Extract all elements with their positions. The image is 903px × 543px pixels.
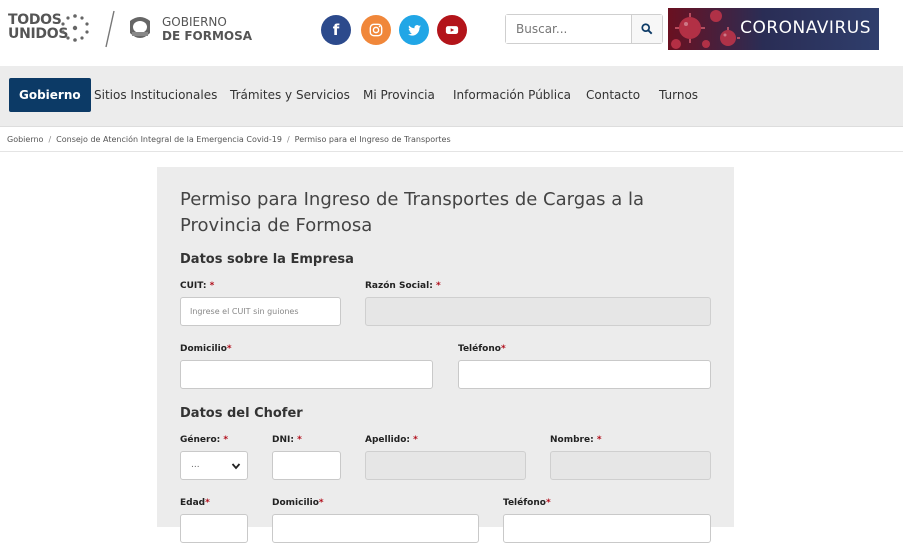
section-title-chofer: Datos del Chofer <box>180 406 303 421</box>
coronavirus-banner[interactable]: CORONAVIRUS <box>668 8 879 50</box>
search-button[interactable] <box>631 15 662 43</box>
domicilio-label: Domicilio* <box>180 344 232 354</box>
chofer-domicilio-input[interactable] <box>272 514 479 543</box>
breadcrumb-separator: / <box>48 135 52 144</box>
apellido-label: Apellido: * <box>365 435 418 445</box>
razon-social-field <box>365 297 711 326</box>
edad-input[interactable] <box>180 514 248 543</box>
instagram-icon[interactable] <box>361 15 391 45</box>
telefono-label: Teléfono* <box>458 344 506 354</box>
twitter-glyph <box>407 24 421 36</box>
section-title-empresa: Datos sobre la Empresa <box>180 252 354 267</box>
nav-item-tramites-servicios[interactable]: Trámites y Servicios <box>230 78 350 112</box>
razon-social-label: Razón Social: * <box>365 281 441 291</box>
breadcrumb-divider <box>0 151 903 152</box>
cuit-input[interactable] <box>180 297 341 326</box>
genero-label: Género: * <box>180 435 229 445</box>
cuit-label: CUIT: * <box>180 281 215 291</box>
gob-line-1: GOBIERNO <box>162 15 227 29</box>
chofer-telefono-label: Teléfono* <box>503 498 551 508</box>
facebook-icon[interactable]: f <box>321 15 351 45</box>
breadcrumb: Gobierno / Consejo de Atención Integral de… <box>7 135 451 144</box>
genero-select[interactable]: ... <box>180 451 248 480</box>
genero-selected-value: ... <box>191 460 200 470</box>
apellido-field <box>365 451 526 480</box>
nav-item-turnos[interactable]: Turnos <box>659 78 698 112</box>
nav-item-gobierno[interactable]: Gobierno <box>9 78 91 112</box>
domicilio-input[interactable] <box>180 360 433 389</box>
chofer-domicilio-label: Domicilio* <box>272 498 324 508</box>
chofer-telefono-input[interactable] <box>503 514 711 543</box>
search-input[interactable] <box>506 15 631 43</box>
gobierno-formosa-logo[interactable]: GOBIERNO DE FORMOSA <box>162 15 252 43</box>
youtube-icon[interactable] <box>437 15 467 45</box>
nav-item-contacto[interactable]: Contacto <box>586 78 640 112</box>
search-icon <box>641 23 653 35</box>
twitter-icon[interactable] <box>399 15 429 45</box>
provincial-shield-icon <box>130 17 150 38</box>
dni-input[interactable] <box>272 451 341 480</box>
form-title: Permiso para Ingreso de Transportes de C… <box>180 189 645 236</box>
breadcrumb-item-consejo[interactable]: Consejo de Atención Integral de la Emerg… <box>56 135 282 144</box>
nav-item-sitios-institucionales[interactable]: Sitios Institucionales <box>94 78 217 112</box>
nav-item-informacion-publica[interactable]: Información Pública <box>453 78 571 112</box>
site-header: TODOS UNIDOS GOBIERNO DE FORMOSA f Busca… <box>0 0 903 66</box>
breadcrumb-separator: / <box>286 135 290 144</box>
youtube-glyph <box>445 26 459 34</box>
stars-icon <box>61 14 89 42</box>
coronavirus-banner-text: CORONAVIRUS <box>740 18 871 38</box>
telefono-input[interactable] <box>458 360 711 389</box>
nombre-label: Nombre: * <box>550 435 602 445</box>
edad-label: Edad* <box>180 498 210 508</box>
main-nav: Gobierno Sitios Institucionales Trámites… <box>0 66 903 127</box>
search-box <box>505 14 663 44</box>
instagram-glyph <box>369 23 383 37</box>
gob-line-2: DE FORMOSA <box>162 29 253 43</box>
logo-divider <box>105 10 115 48</box>
dni-label: DNI: * <box>272 435 302 445</box>
breadcrumb-item-current: Permiso para el Ingreso de Transportes <box>294 135 451 144</box>
nav-item-mi-provincia[interactable]: Mi Provincia <box>363 78 435 112</box>
chevron-down-icon <box>231 463 241 470</box>
breadcrumb-item-gobierno[interactable]: Gobierno <box>7 135 43 144</box>
nombre-field <box>550 451 711 480</box>
